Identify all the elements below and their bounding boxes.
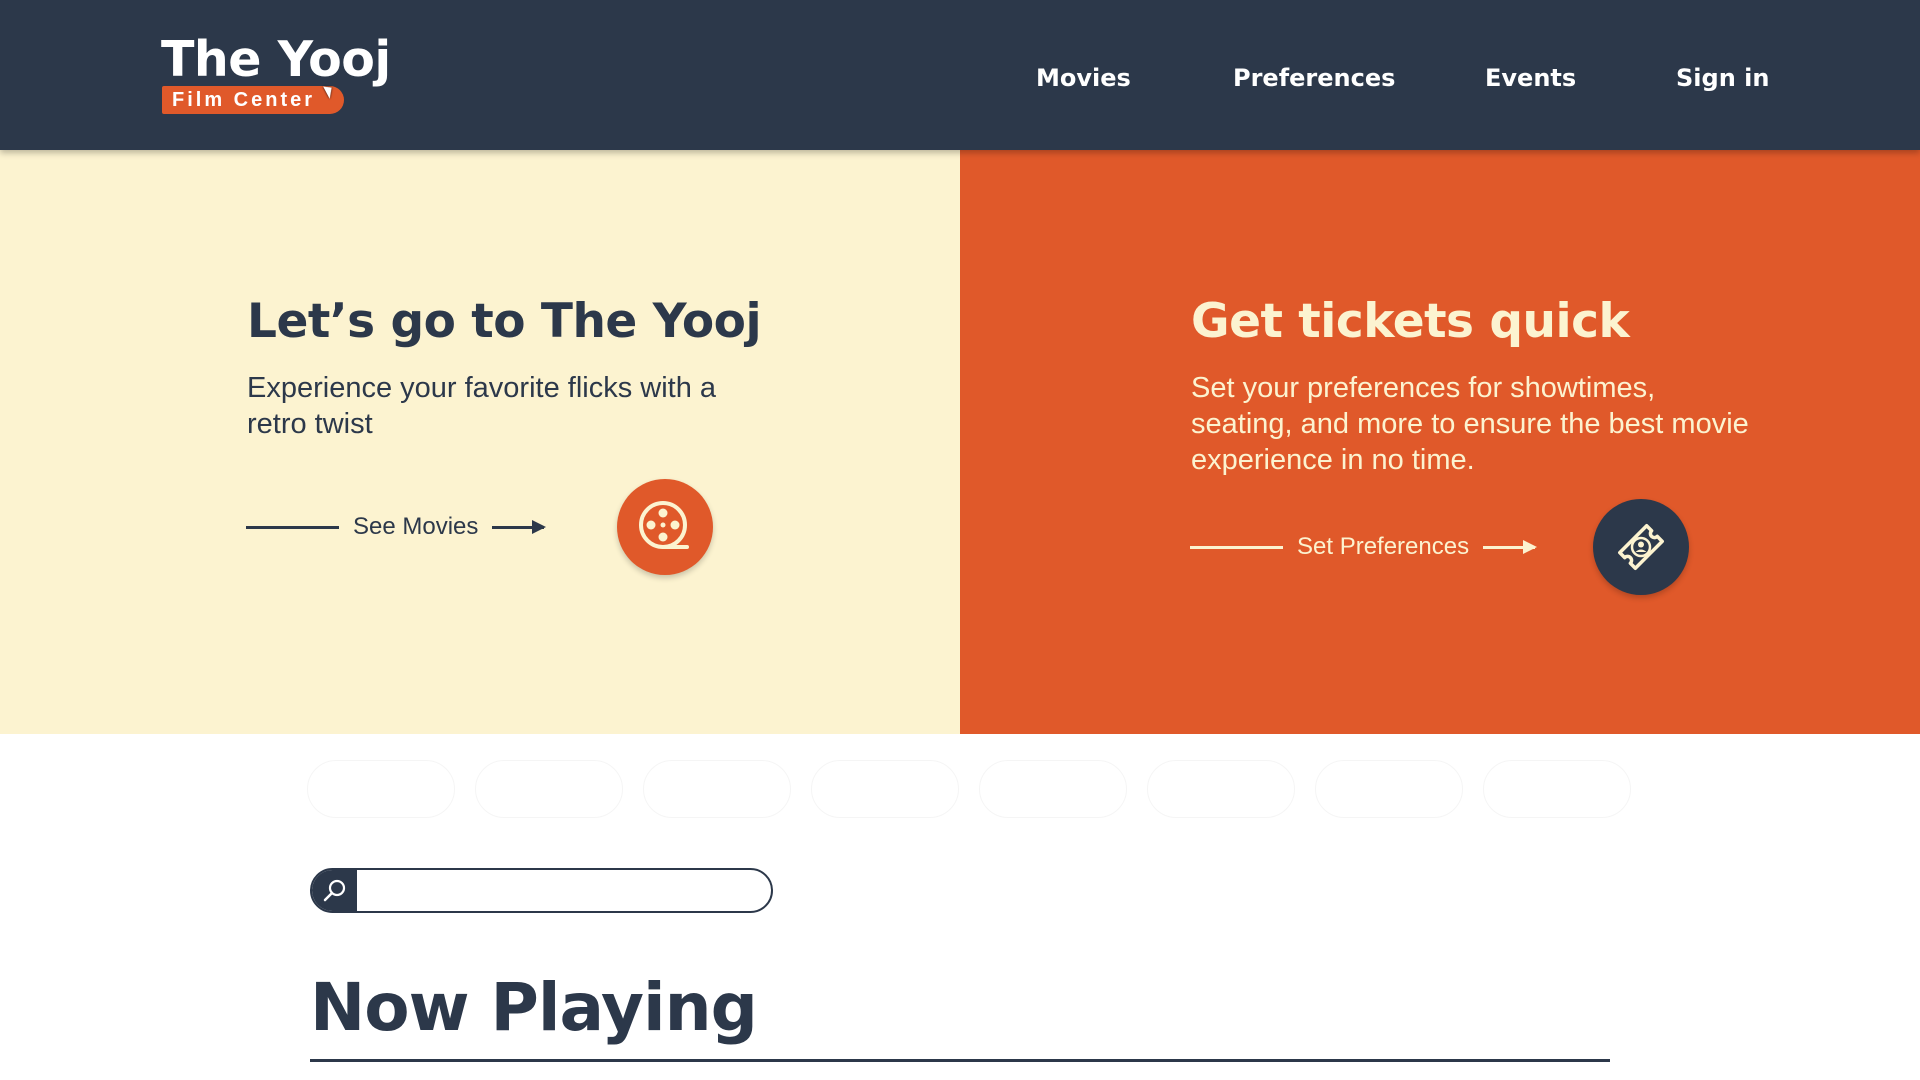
nav-preferences[interactable]: Preferences [1233,58,1395,98]
movie-search-bar [310,868,773,913]
showtime-pill[interactable] [1483,760,1631,818]
showtime-pill[interactable] [307,760,455,818]
hero-left-title: Let’s go to The Yooj [247,294,762,349]
hero-left-text: Experience your favorite flicks with a r… [247,372,717,440]
search-button[interactable] [312,870,357,911]
arrow-right-icon [492,519,547,534]
hero-movies-panel: Let’s go to The Yooj Experience your fav… [0,150,960,734]
showtime-pill[interactable] [811,760,959,818]
ticket-icon [1618,524,1664,570]
showtime-pill[interactable] [1147,760,1295,818]
see-movies-link[interactable]: See Movies [246,507,547,547]
cta-line [246,525,339,529]
set-preferences-link[interactable]: Set Preferences [1190,527,1538,567]
hero-right-title: Get tickets quick [1191,294,1630,349]
hero-right-text: Set your preferences for showtimes, seat… [1191,372,1749,476]
hero-tickets-panel: Get tickets quick Set your preferences f… [960,150,1920,734]
see-movies-label: See Movies [353,513,479,540]
search-input[interactable] [359,870,769,911]
main-nav: Movies Preferences Events Sign in [0,58,1920,98]
showtime-pill[interactable] [979,760,1127,818]
nav-movies[interactable]: Movies [1036,58,1131,98]
showtime-filter-pills [307,760,1637,818]
see-movies-button[interactable] [617,479,713,575]
nav-events[interactable]: Events [1485,58,1576,98]
set-preferences-button[interactable] [1593,499,1689,595]
showtime-pill[interactable] [643,760,791,818]
cta-line [1190,545,1283,549]
showtime-pill[interactable] [1315,760,1463,818]
set-preferences-label: Set Preferences [1297,533,1470,560]
search-icon [323,879,345,901]
section-divider [310,1059,1610,1062]
nav-sign-in[interactable]: Sign in [1676,58,1769,98]
now-playing-title: Now Playing [310,969,758,1046]
site-header: The Yooj Film Center Movies Preferences … [0,0,1920,150]
arrow-right-icon [1483,539,1538,554]
film-reel-icon [639,501,689,549]
showtime-pill[interactable] [475,760,623,818]
